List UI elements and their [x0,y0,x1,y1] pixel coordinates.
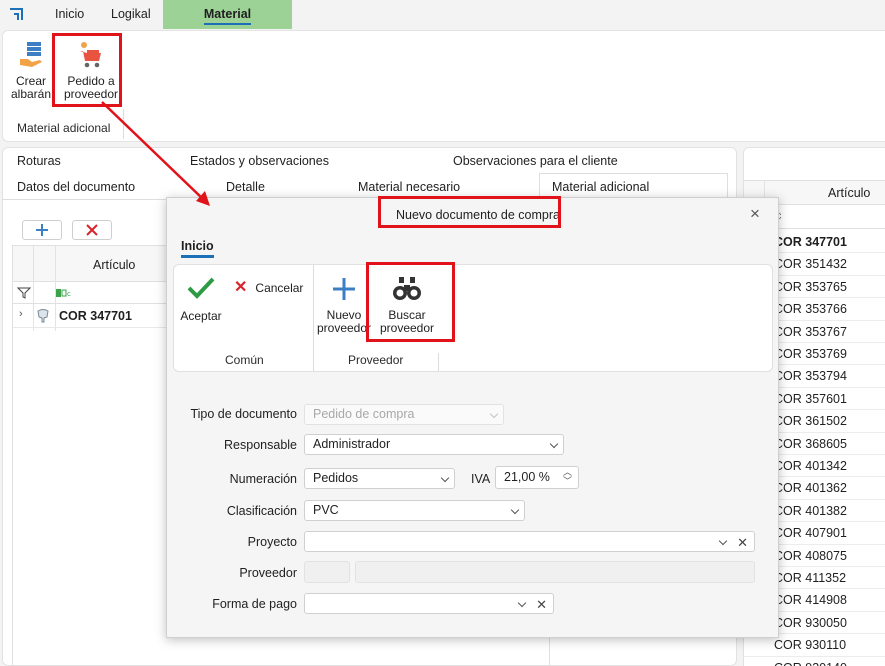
tab-material-necesario[interactable]: Material necesario [358,180,460,194]
grid-column-articulo[interactable]: Artículo [93,258,135,272]
tipo-documento-select: Pedido de compra [304,404,504,425]
accept-label: Aceptar [180,309,222,323]
clear-icon[interactable]: ✕ [737,533,748,552]
clasificacion-label: Clasificación [226,504,297,518]
responsable-select[interactable]: Administrador [304,434,564,455]
iva-label: IVA [471,472,491,486]
add-row-button[interactable] [22,220,62,240]
arrow-annotation [101,101,210,206]
ribbon-group-label: Material adicional [17,121,111,135]
menu-bar: Inicio Logikal Material adicional [0,0,885,54]
delete-icon [86,224,98,236]
tab-material-adicional[interactable]: Material adicional [163,0,292,54]
iva-stepper[interactable]: 21,00 % ︿ ﹀ [495,466,579,489]
row-articulo: COR 347701 [59,309,132,323]
chevron-down-icon [489,409,499,419]
delete-row-button[interactable] [72,220,112,240]
proveedor-code-field[interactable] [304,561,350,583]
proveedor-name-field[interactable] [355,561,755,583]
dialog-ribbon: Aceptar ✕ Cancelar Nuevo proveedor Buscar… [173,264,773,372]
tipo-documento-label: Tipo de documento [190,407,297,421]
app-logo-icon[interactable] [9,6,25,22]
new-supplier-button[interactable]: Nuevo proveedor [316,275,372,335]
proyecto-label: Proyecto [247,535,297,549]
cancel-button[interactable]: ✕ Cancelar [234,277,303,297]
proyecto-select[interactable]: ✕ [304,531,755,552]
dialog-tab-inicio[interactable]: Inicio [181,239,214,258]
text-filter-icon[interactable]: c [56,288,72,298]
check-icon [187,277,215,299]
highlight-order-button [52,33,122,107]
list-item[interactable]: COR 930140 [744,657,885,666]
chevron-down-icon [440,473,450,483]
new-supplier-label-2: proveedor [316,321,372,335]
cancel-icon: ✕ [234,279,248,296]
svg-text:c: c [67,290,71,298]
group-proveedor-label: Proveedor [348,353,404,367]
tab-material-adicional-panel[interactable]: Material adicional [539,173,728,199]
clear-icon[interactable]: ✕ [536,595,547,614]
tab-detalle[interactable]: Detalle [226,180,265,194]
tab-roturas[interactable]: Roturas [17,154,61,168]
delivery-note-icon [20,42,42,67]
stepper-arrows-icon[interactable]: ︿ ﹀ [563,468,572,486]
chevron-down-icon [510,505,520,515]
filter-icon[interactable] [17,286,31,300]
close-icon[interactable]: × [750,204,760,224]
dialog-ribbon-divider-2 [438,353,439,371]
right-column-articulo[interactable]: Artículo [828,186,870,200]
highlight-dialog-title [378,196,561,228]
plus-icon [333,278,355,300]
proveedor-label: Proveedor [239,566,297,580]
create-label-2: albarán [10,87,52,101]
dialog-new-purchase-document: Nuevo documento de compra × Inicio Acept… [166,197,779,638]
tab-inicio[interactable]: Inicio [41,0,98,29]
profile-icon [37,309,49,323]
forma-pago-label: Forma de pago [212,597,297,611]
accept-button[interactable]: Aceptar [178,275,224,323]
tab-observaciones[interactable]: Observaciones para el cliente [453,154,618,168]
responsable-label: Responsable [224,438,297,452]
numeracion-select[interactable]: Pedidos [304,468,455,489]
highlight-find-supplier [366,262,455,342]
expand-chevron-icon[interactable]: › [19,308,23,320]
chevron-down-icon [517,598,527,608]
chevron-down-icon [718,536,728,546]
tab-logikal[interactable]: Logikal [97,0,165,29]
clasificacion-select[interactable]: PVC [304,500,525,521]
plus-icon [36,224,48,236]
create-delivery-note-button[interactable]: Crear albarán [9,41,53,101]
numeracion-label: Numeración [229,472,297,486]
chevron-down-icon [549,439,559,449]
group-comun-label: Común [225,353,264,367]
dialog-ribbon-divider-1 [313,265,314,371]
forma-pago-select[interactable]: ✕ [304,593,554,614]
